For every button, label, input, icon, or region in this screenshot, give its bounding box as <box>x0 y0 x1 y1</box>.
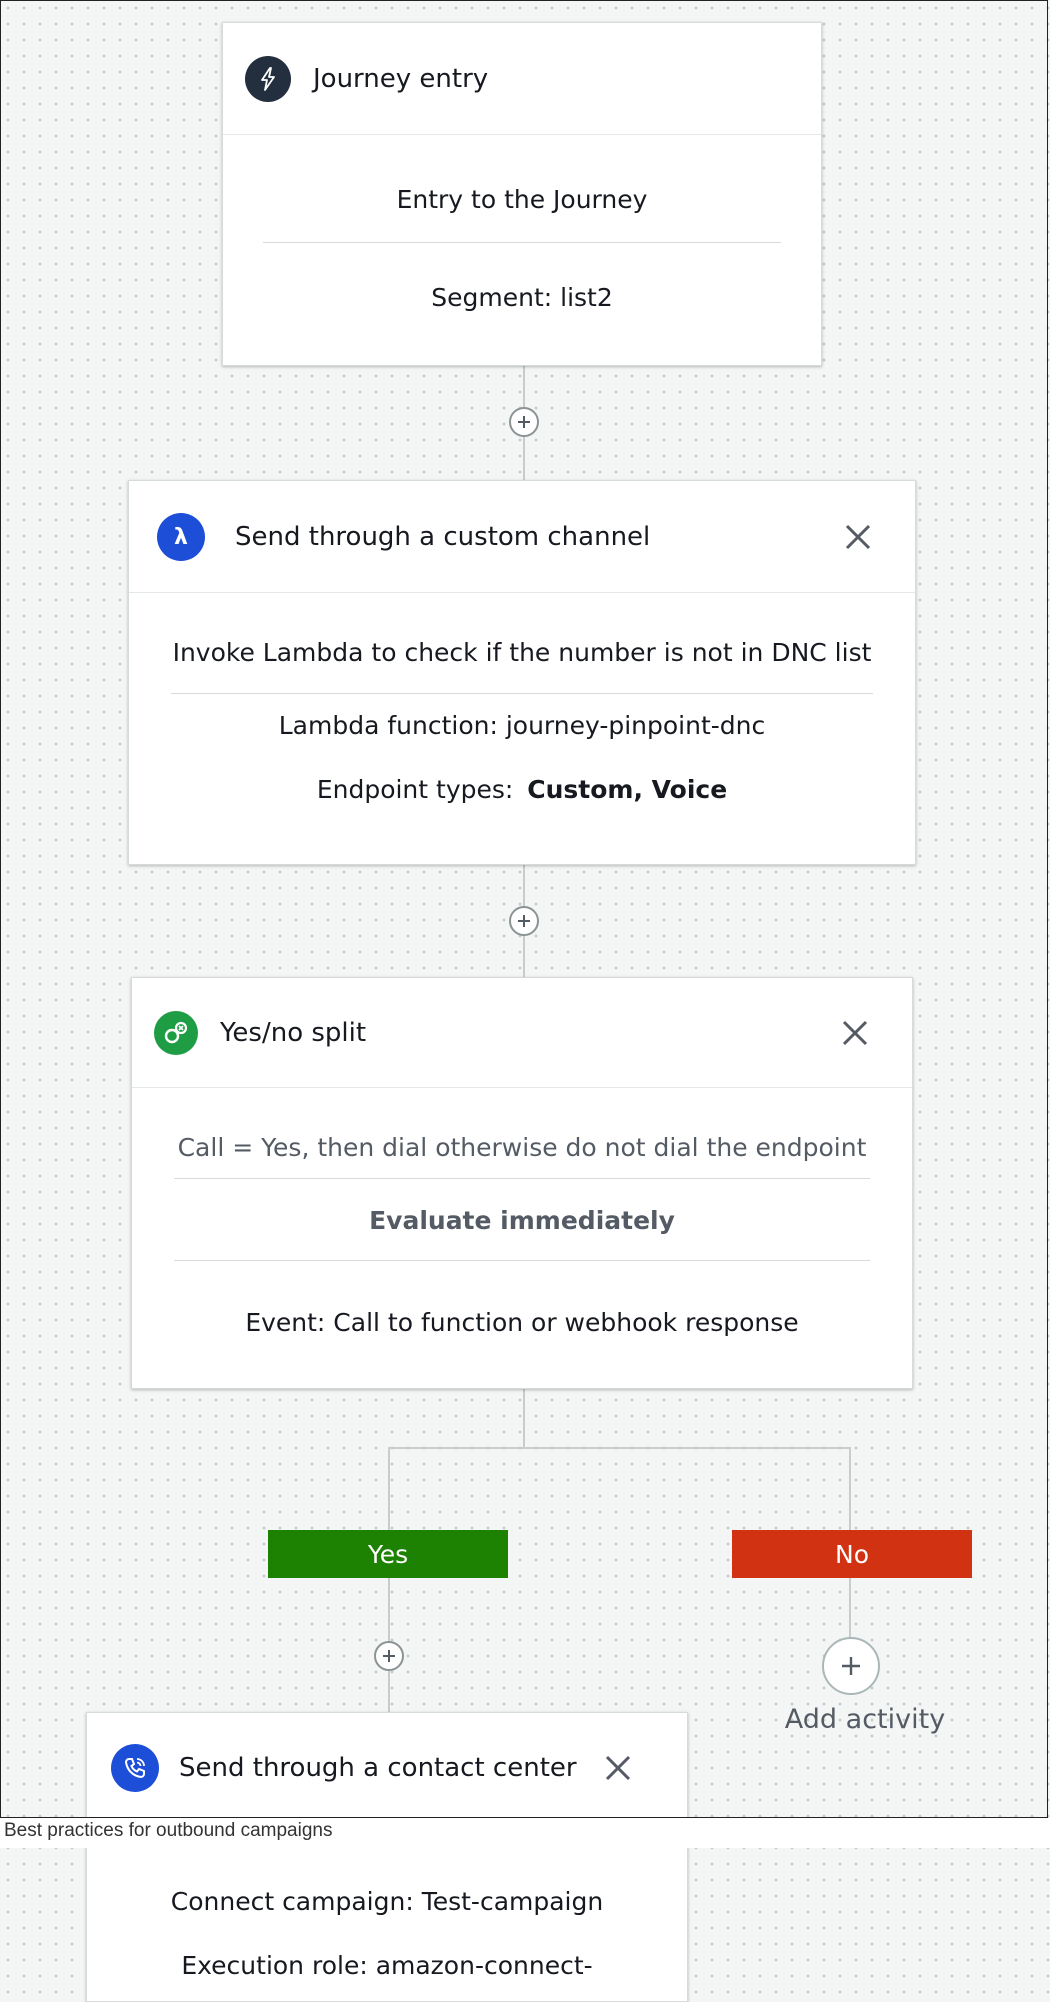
split-condition: Call = Yes, then dial otherwise do not d… <box>177 1133 867 1162</box>
close-icon[interactable] <box>838 1016 872 1050</box>
connector-line <box>388 1447 390 1713</box>
page-caption: Best practices for outbound campaigns <box>0 1818 337 1844</box>
split-event: Event: Call to function or webhook respo… <box>245 1308 799 1337</box>
yes-no-split-header: Yes/no split <box>132 978 912 1088</box>
journey-entry-header: Journey entry <box>223 23 821 135</box>
lambda-function-value: Lambda function: journey-pinpoint-dnc <box>278 711 766 740</box>
journey-entry-description: Entry to the Journey <box>396 185 648 214</box>
branch-yes-label: Yes <box>268 1530 508 1578</box>
add-activity-button[interactable] <box>509 906 539 936</box>
add-activity-large-button[interactable] <box>822 1637 880 1695</box>
lambda-icon: λ <box>157 512 205 561</box>
contact-center-header: Send through a contact center <box>87 1713 687 1823</box>
divider <box>174 1260 870 1261</box>
divider <box>263 242 781 243</box>
plus-icon <box>518 416 530 428</box>
yes-no-split-card[interactable]: Yes/no split Call = Yes, then dial other… <box>131 977 913 1389</box>
connector-line <box>523 1388 525 1448</box>
yes-no-split-title: Yes/no split <box>220 1017 367 1048</box>
svg-text:λ: λ <box>174 525 188 550</box>
branch-no-label: No <box>732 1530 972 1578</box>
endpoint-types-label: Endpoint types: <box>316 775 514 804</box>
close-icon[interactable] <box>841 520 875 554</box>
journey-entry-title: Journey entry <box>313 63 489 94</box>
connect-campaign: Connect campaign: Test-campaign <box>170 1887 604 1916</box>
close-icon[interactable] <box>601 1751 635 1785</box>
execution-role: Execution role: amazon-connect- <box>181 1951 593 1980</box>
add-activity-button[interactable] <box>509 407 539 437</box>
connector-line <box>388 1447 850 1449</box>
endpoint-types-value: Custom, Voice <box>527 775 728 804</box>
journey-entry-segment: Segment: list2 <box>431 283 613 312</box>
contact-center-card[interactable]: Send through a contact center Connect ca… <box>86 1712 688 2002</box>
split-evaluation: Evaluate immediately <box>369 1206 675 1235</box>
divider <box>171 693 873 694</box>
divider <box>174 1178 870 1179</box>
custom-channel-title: Send through a custom channel <box>235 521 651 552</box>
custom-channel-description: Invoke Lambda to check if the number is … <box>172 638 872 667</box>
journey-entry-card[interactable]: Journey entry Entry to the Journey Segme… <box>222 22 822 366</box>
add-activity-button[interactable] <box>374 1641 404 1671</box>
custom-channel-header: λ Send through a custom channel <box>129 481 915 593</box>
plus-icon <box>518 915 530 927</box>
lightning-icon <box>245 55 291 102</box>
add-activity-label[interactable]: Add activity <box>780 1704 950 1735</box>
split-icon <box>154 1010 198 1055</box>
phone-icon <box>111 1744 159 1792</box>
contact-center-title: Send through a contact center <box>179 1753 577 1783</box>
plus-icon <box>842 1657 860 1675</box>
endpoint-types: Endpoint types: Custom, Voice <box>129 775 915 804</box>
plus-icon <box>383 1650 395 1662</box>
custom-channel-card[interactable]: λ Send through a custom channel Invoke L… <box>128 480 916 865</box>
